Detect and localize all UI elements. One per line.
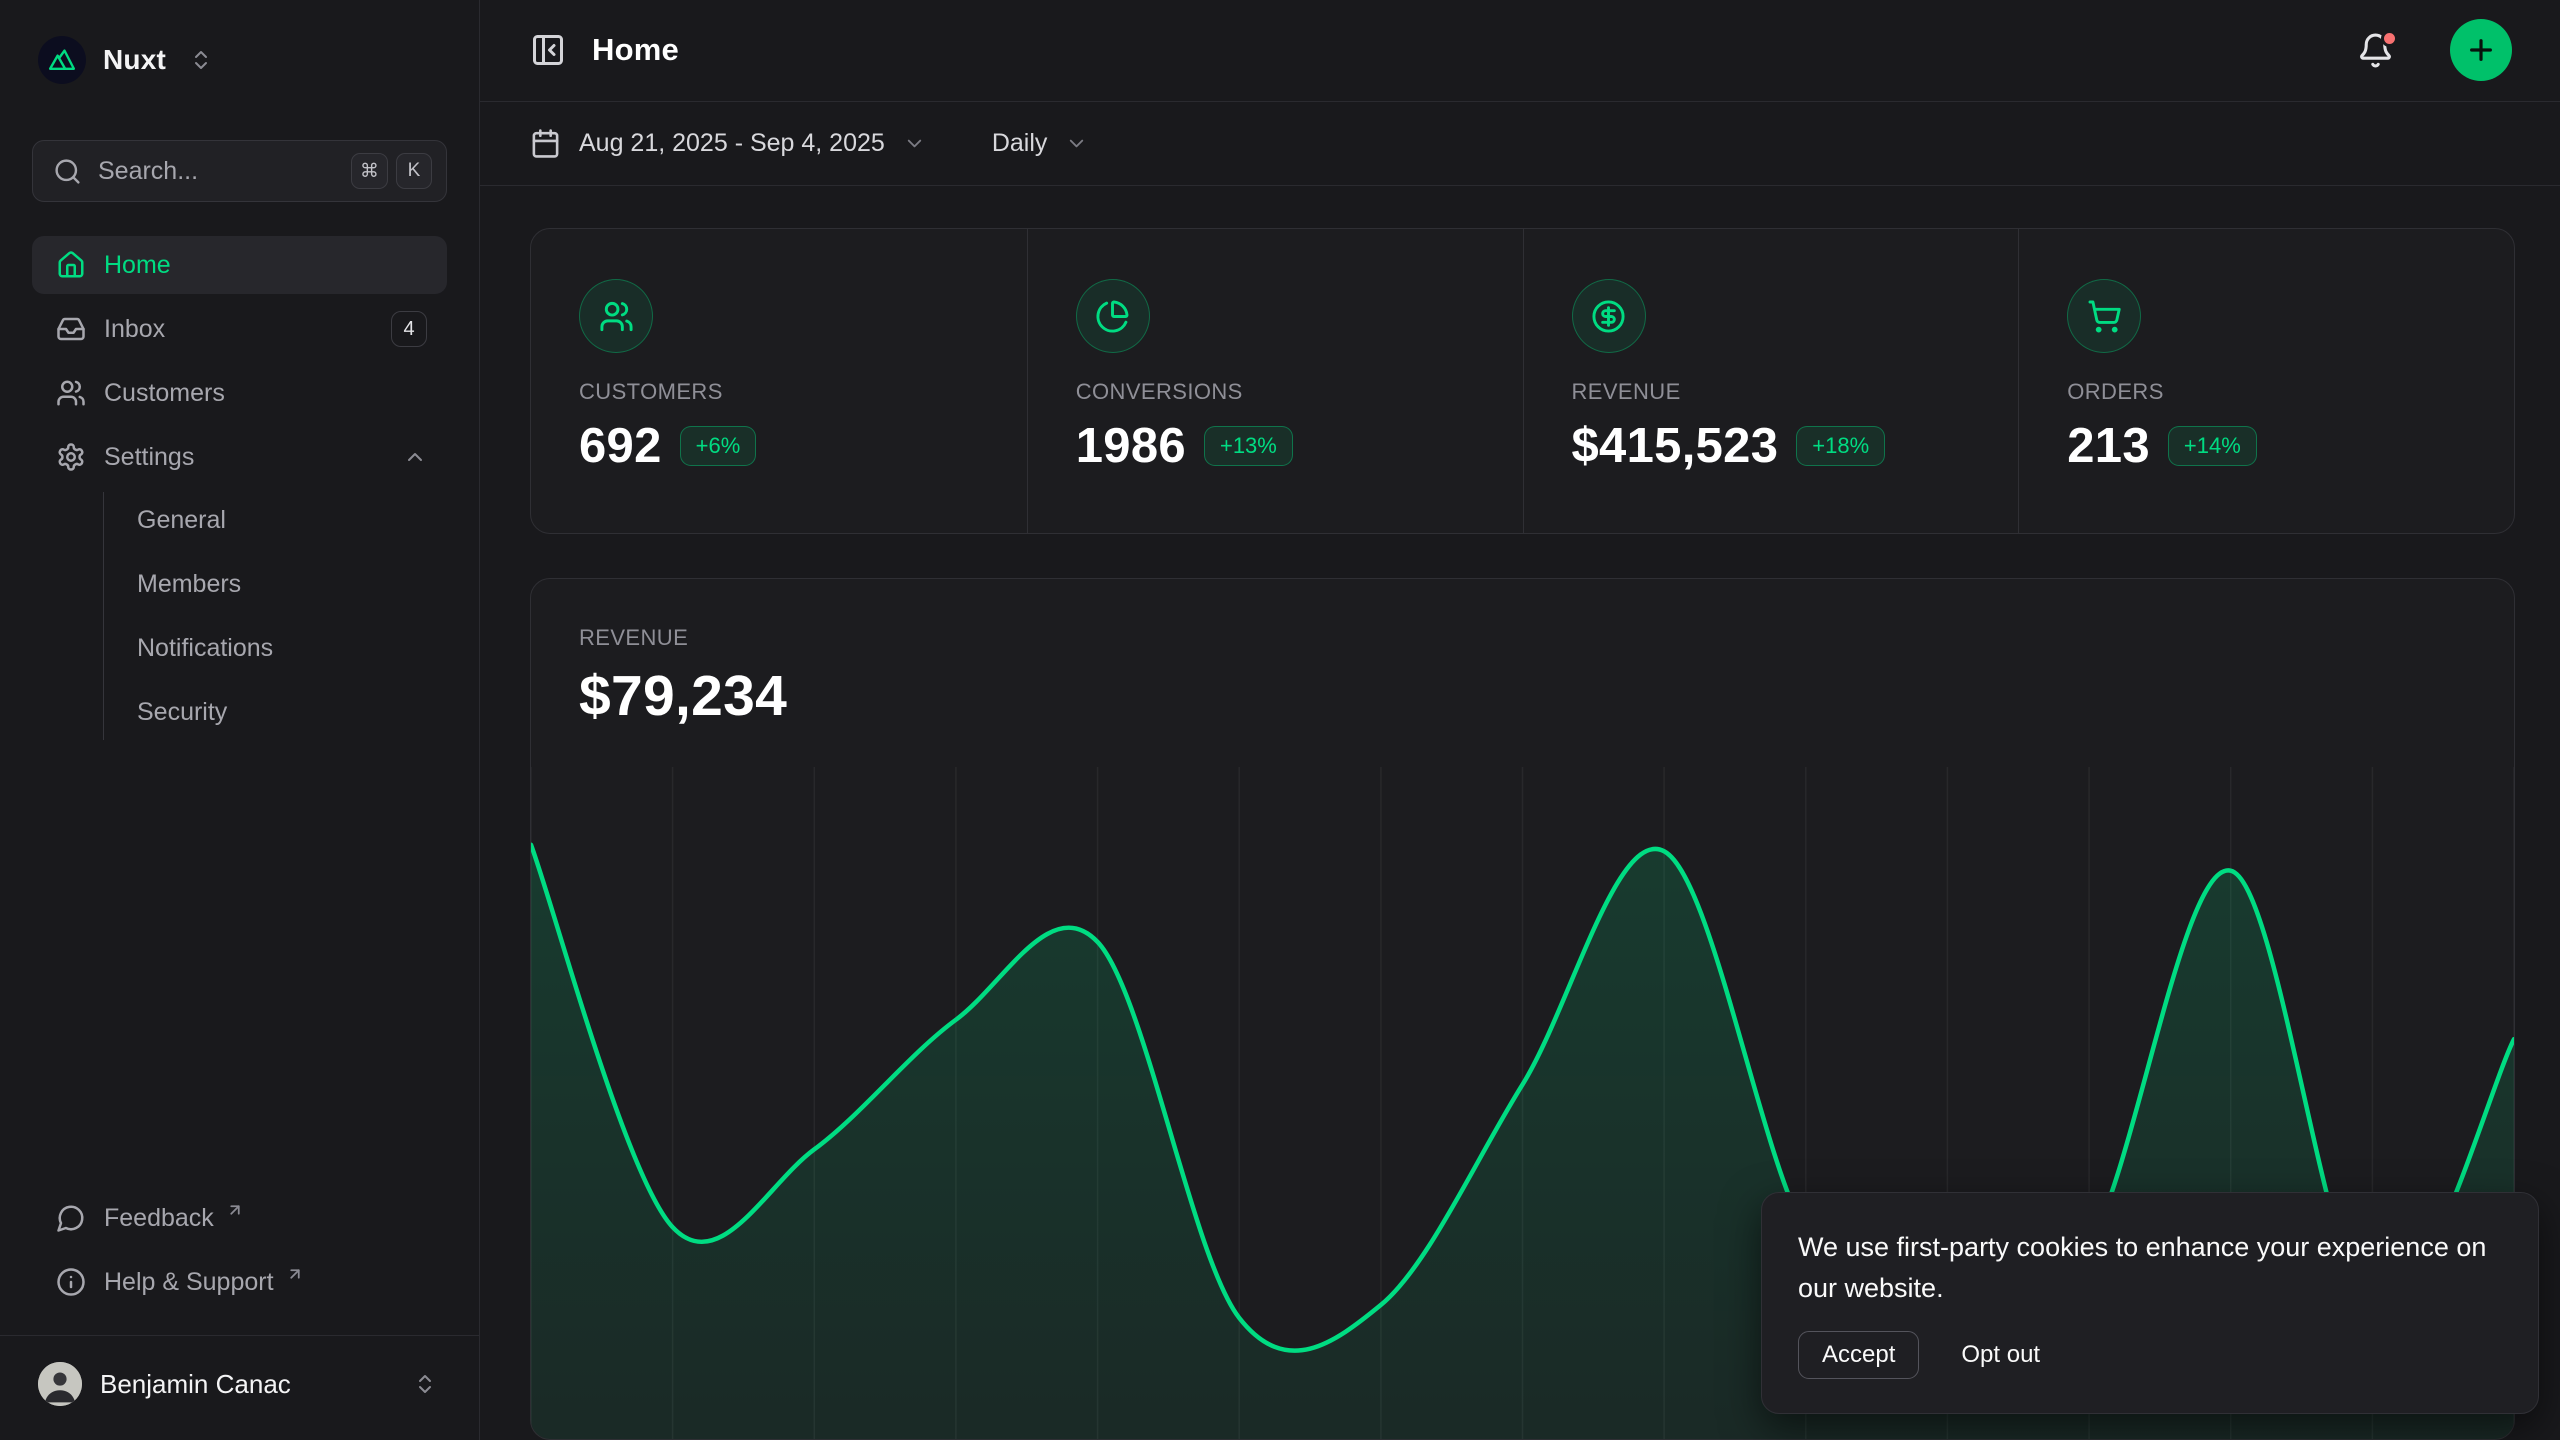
foot-link-label: Feedback [104,1204,214,1233]
info-circle-icon [56,1267,86,1297]
revenue-chart-label: REVENUE [579,625,2466,651]
search-shortcut: ⌘ K [351,153,432,189]
calendar-icon [530,128,561,159]
stat-orders: ORDERS 213 +14% [2018,229,2514,533]
sidebar-item-settings[interactable]: Settings [32,428,447,486]
sidebar-item-inbox[interactable]: Inbox 4 [32,300,447,358]
inbox-count-badge: 4 [391,311,427,347]
stats-strip: CUSTOMERS 692 +6% CONVERSIONS 1986 +13% [530,228,2515,534]
user-menu[interactable]: Benjamin Canac [32,1352,447,1416]
stat-value: 692 [579,418,662,474]
team-name: Nuxt [103,44,166,76]
stat-label: CUSTOMERS [579,379,979,405]
notification-dot [2381,30,2398,47]
sidebar-item-label: Settings [104,443,194,472]
page-title: Home [592,32,679,68]
inbox-icon [56,314,86,344]
filters-toolbar: Aug 21, 2025 - Sep 4, 2025 Daily [480,102,2560,186]
cookie-accept-button[interactable]: Accept [1798,1331,1919,1379]
sidebar-footer: Feedback Help & Support [32,1189,447,1317]
kbd-k: K [396,153,432,189]
subnav-item-security[interactable]: Security [137,684,447,740]
revenue-chart-value: $79,234 [579,663,2466,729]
stat-delta-badge: +13% [1204,426,1293,466]
stat-label: CONVERSIONS [1076,379,1475,405]
date-range-picker[interactable]: Aug 21, 2025 - Sep 4, 2025 [530,128,926,159]
search-icon [53,157,82,186]
user-name: Benjamin Canac [100,1369,389,1400]
search-input[interactable]: Search... ⌘ K [32,140,447,202]
cookie-message: We use first-party cookies to enhance yo… [1798,1227,2500,1309]
pie-chart-icon [1076,279,1150,353]
cookie-banner: We use first-party cookies to enhance yo… [1761,1192,2539,1414]
sidebar-item-home[interactable]: Home [32,236,447,294]
stat-customers: CUSTOMERS 692 +6% [531,229,1027,533]
subnav-item-members[interactable]: Members [137,556,447,612]
cookie-optout-button[interactable]: Opt out [1961,1341,2040,1369]
date-range-value: Aug 21, 2025 - Sep 4, 2025 [579,129,885,158]
sidebar: Nuxt Search... ⌘ K Home Inbox 4 [0,0,480,1440]
sidebar-item-label: Inbox [104,315,165,344]
chevron-up-icon [403,445,427,469]
sidebar-item-customers[interactable]: Customers [32,364,447,422]
settings-subnav: General Members Notifications Security [103,492,447,740]
help-support-link[interactable]: Help & Support [32,1253,447,1311]
stat-value: 213 [2067,418,2150,474]
users-icon [56,378,86,408]
page-header: Home [480,0,2560,102]
message-circle-icon [56,1203,86,1233]
circle-dollar-icon [1572,279,1646,353]
period-value: Daily [992,129,1048,158]
search-placeholder: Search... [98,157,335,186]
arrow-up-right-icon [226,1201,244,1219]
stat-conversions: CONVERSIONS 1986 +13% [1027,229,1523,533]
sidebar-nav: Home Inbox 4 Customers Settings [32,236,447,748]
subnav-item-notifications[interactable]: Notifications [137,620,447,676]
chevron-down-icon [1065,132,1088,155]
stat-revenue: REVENUE $415,523 +18% [1523,229,2019,533]
users-icon [579,279,653,353]
chevron-down-icon [903,132,926,155]
nuxt-logo-icon [38,36,86,84]
stat-value: 1986 [1076,418,1186,474]
gear-icon [56,442,86,472]
panel-left-close-icon [530,32,566,68]
avatar [38,1362,82,1406]
foot-link-label: Help & Support [104,1268,274,1297]
stat-label: REVENUE [1572,379,1971,405]
house-icon [56,250,86,280]
shopping-cart-icon [2067,279,2141,353]
stat-value: $415,523 [1572,418,1779,474]
feedback-link[interactable]: Feedback [32,1189,447,1247]
stat-delta-badge: +6% [680,426,757,466]
subnav-item-general[interactable]: General [137,492,447,548]
sidebar-item-label: Home [104,251,171,280]
add-button[interactable] [2450,19,2512,81]
kbd-cmd: ⌘ [351,153,388,189]
sidebar-item-label: Customers [104,379,225,408]
chevrons-up-down-icon [189,48,213,72]
chevrons-up-down-icon [413,1372,437,1396]
plus-icon [2465,34,2497,66]
period-select[interactable]: Daily [992,129,1089,158]
arrow-up-right-icon [286,1265,304,1283]
user-section: Benjamin Canac [0,1335,479,1422]
stat-delta-badge: +14% [2168,426,2257,466]
stat-delta-badge: +18% [1796,426,1885,466]
team-selector[interactable]: Nuxt [32,28,447,92]
notifications-button[interactable] [2357,32,2394,69]
stat-label: ORDERS [2067,379,2466,405]
sidebar-toggle-button[interactable] [530,32,566,68]
